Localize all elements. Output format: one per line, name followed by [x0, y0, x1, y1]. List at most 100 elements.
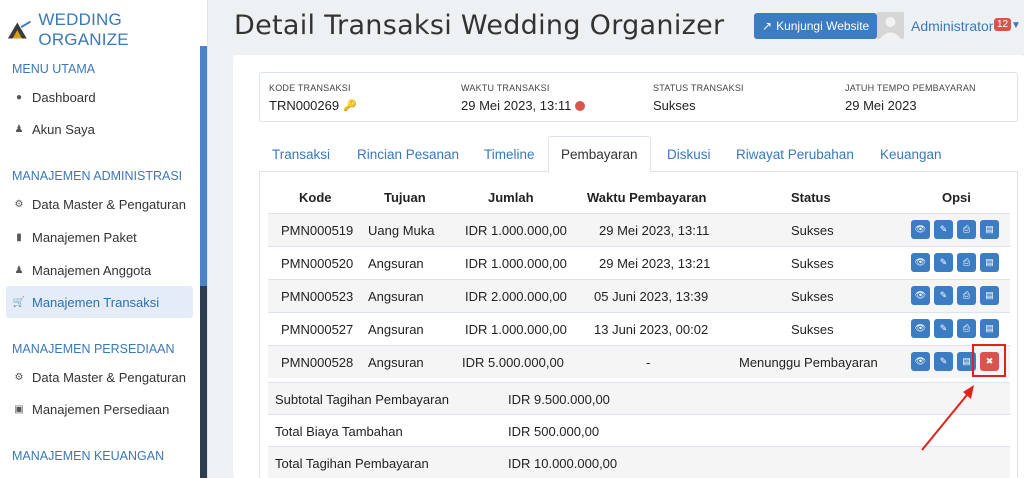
col-header-tujuan: Tujuan — [384, 190, 426, 205]
tab-timeline[interactable]: Timeline — [484, 136, 535, 172]
print-icon[interactable]: ⎙ — [957, 286, 976, 305]
avatar[interactable] — [877, 12, 904, 39]
cell-waktu: 13 Juni 2023, 00:02 — [594, 322, 709, 337]
edit-icon[interactable]: ✎ — [934, 352, 953, 371]
info-status-label: STATUS TRANSAKSI — [653, 83, 744, 93]
table-row: PMN000523 Angsuran IDR 2.000.000,00 05 J… — [268, 279, 1010, 312]
summary-value: IDR 10.000.000,00 — [508, 456, 618, 471]
sidebar-item-label: Data Master & Pengaturan — [32, 196, 186, 212]
sidebar-item-manajemen-transaksi[interactable]: 🛒 Manajemen Transaksi — [6, 286, 193, 318]
col-header-opsi: Opsi — [942, 190, 971, 205]
visit-website-label: Kunjungi Website — [776, 19, 870, 33]
sidebar-item-manajemen-paket[interactable]: ▮ Manajemen Paket — [6, 221, 193, 253]
print-icon[interactable]: ⎙ — [957, 253, 976, 272]
edit-icon[interactable]: ✎ — [934, 253, 953, 272]
sidebar-item-label: Data Master & Pengaturan — [32, 369, 186, 385]
tab-transaksi[interactable]: Transaksi — [272, 136, 330, 172]
sidebar-item-data-master[interactable]: ⚙ Data Master & Pengaturan — [6, 188, 193, 220]
sidebar-item-label: Manajemen Paket — [32, 229, 137, 245]
view-icon[interactable]: 👁 — [911, 319, 930, 338]
cell-jumlah: IDR 1.000.000,00 — [465, 256, 567, 271]
cell-status: Sukses — [791, 289, 834, 304]
tab-rincian-pesanan[interactable]: Rincian Pesanan — [357, 136, 459, 172]
cell-status: Sukses — [791, 223, 834, 238]
info-jatuh-tempo-label: JATUH TEMPO PEMBAYARAN — [845, 83, 976, 93]
notification-badge[interactable]: 12 — [994, 18, 1012, 31]
edit-icon[interactable]: ✎ — [934, 319, 953, 338]
col-header-status: Status — [791, 190, 831, 205]
sidebar-item-dashboard[interactable]: ● Dashboard — [6, 81, 193, 113]
brand-logo-icon — [7, 20, 31, 39]
summary-label: Total Biaya Tambahan — [275, 424, 403, 439]
sidebar-item-label: Manajemen Transaksi — [32, 294, 160, 310]
table-row: PMN000528 Angsuran IDR 5.000.000,00 - Me… — [268, 345, 1010, 378]
annotation-highlight-box — [972, 344, 1006, 377]
external-link-icon: ↗ — [762, 19, 773, 33]
sidebar-item-label: Manajemen Persediaan — [32, 401, 170, 417]
cell-jumlah: IDR 1.000.000,00 — [465, 322, 567, 337]
sidebar-section-manajemen-persediaan: MANAJEMEN PERSEDIAAN — [12, 342, 175, 356]
sidebar-item-manajemen-anggota[interactable]: ♟ Manajemen Anggota — [6, 254, 193, 286]
cell-status: Sukses — [791, 256, 834, 271]
sidebar-scrollbar[interactable] — [200, 46, 207, 478]
user-menu-name[interactable]: Administrator — [911, 18, 993, 34]
print-icon[interactable]: ⎙ — [957, 319, 976, 338]
summary-row: Total Biaya Tambahan IDR 500.000,00 — [268, 414, 1010, 446]
view-icon[interactable]: 👁 — [911, 253, 930, 272]
brand[interactable]: WEDDING ORGANIZE — [6, 10, 207, 50]
info-kode-label: KODE TRANSAKSI — [269, 83, 351, 93]
cell-kode: PMN000520 — [281, 256, 354, 271]
cell-kode: PMN000523 — [281, 289, 354, 304]
row-actions: 👁 ✎ ⎙ ▤ — [911, 319, 999, 338]
view-icon[interactable]: 👁 — [911, 352, 930, 371]
cell-waktu: 29 Mei 2023, 13:21 — [599, 256, 711, 271]
view-icon[interactable]: 👁 — [911, 286, 930, 305]
caret-down-icon[interactable]: ▼ — [1011, 20, 1021, 31]
sidebar-item-manajemen-persediaan[interactable]: ▣ Manajemen Persediaan — [6, 393, 193, 425]
sidebar-item-akun-saya[interactable]: ♟ Akun Saya — [6, 113, 193, 145]
edit-icon[interactable]: ✎ — [934, 286, 953, 305]
sidebar-item-label: Akun Saya — [32, 121, 95, 137]
edit-icon[interactable]: ✎ — [934, 220, 953, 239]
cell-tujuan: Angsuran — [368, 355, 424, 370]
cell-waktu: 29 Mei 2023, 13:11 — [599, 223, 710, 238]
view-icon[interactable]: 👁 — [911, 220, 930, 239]
page-title: Detail Transaksi Wedding Organizer — [234, 10, 725, 41]
tab-diskusi[interactable]: Diskusi — [667, 136, 711, 172]
tab-bar: Transaksi Rincian Pesanan Timeline Pemba… — [259, 136, 1018, 173]
info-status-value: Sukses — [653, 98, 696, 113]
sidebar-item-data-master-persediaan[interactable]: ⚙ Data Master & Pengaturan — [6, 361, 193, 393]
tab-keuangan[interactable]: Keuangan — [880, 136, 942, 172]
cell-tujuan: Angsuran — [368, 322, 424, 337]
cart-icon: 🛒 — [12, 296, 26, 308]
summary-label: Total Tagihan Pembayaran — [275, 456, 429, 471]
col-header-waktu: Waktu Pembayaran — [587, 190, 707, 205]
cell-tujuan: Uang Muka — [368, 223, 435, 238]
tab-pembayaran[interactable]: Pembayaran — [548, 136, 651, 173]
sidebar-section-manajemen-administrasi: MANAJEMEN ADMINISTRASI — [12, 169, 183, 183]
sidebar: WEDDING ORGANIZE MENU UTAMA ● Dashboard … — [0, 0, 208, 478]
globe-icon[interactable] — [575, 100, 586, 111]
gears-icon: ⚙ — [14, 198, 24, 210]
sidebar-scrollbar-thumb[interactable] — [200, 46, 207, 286]
print-icon[interactable]: ⎙ — [957, 220, 976, 239]
document-icon[interactable]: ▤ — [980, 319, 999, 338]
document-icon[interactable]: ▤ — [980, 220, 999, 239]
info-waktu-value: 29 Mei 2023, 13:11 — [461, 98, 572, 113]
annotation-arrow — [921, 385, 974, 451]
summary-row: Total Tagihan Pembayaran IDR 10.000.000,… — [268, 446, 1010, 478]
visit-website-button[interactable]: ↗ Kunjungi Website — [754, 13, 878, 39]
tab-riwayat-perubahan[interactable]: Riwayat Perubahan — [736, 136, 854, 172]
sidebar-section-menu-utama: MENU UTAMA — [12, 62, 96, 76]
document-icon[interactable]: ▤ — [980, 286, 999, 305]
info-waktu: WAKTU TRANSAKSI 29 Mei 2023, 13:11 — [461, 83, 586, 113]
info-jatuh-tempo: JATUH TEMPO PEMBAYARAN 29 Mei 2023 — [845, 83, 976, 113]
gears-icon: ⚙ — [14, 371, 24, 383]
cell-tujuan: Angsuran — [368, 256, 424, 271]
col-header-jumlah: Jumlah — [488, 190, 534, 205]
summary-label: Subtotal Tagihan Pembayaran — [275, 392, 449, 407]
summary-row: Subtotal Tagihan Pembayaran IDR 9.500.00… — [268, 382, 1010, 414]
key-icon[interactable]: 🔑 — [343, 99, 357, 112]
document-icon[interactable]: ▤ — [980, 253, 999, 272]
cell-status: Sukses — [791, 322, 834, 337]
